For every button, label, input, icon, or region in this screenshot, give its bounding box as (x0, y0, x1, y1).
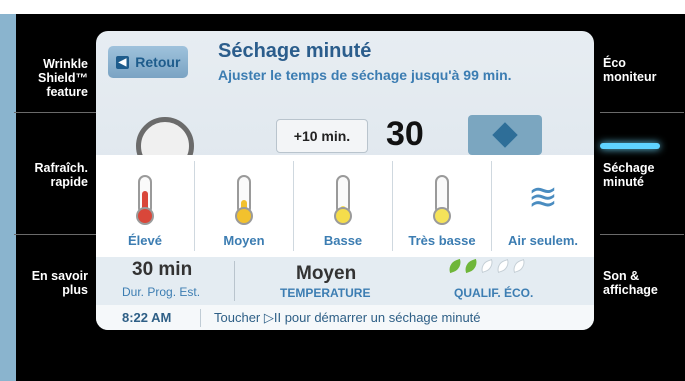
menu-item-label: rapide (50, 175, 88, 189)
menu-item-label: Rafraîch. (34, 161, 89, 175)
time-control-row: +10 min. 30 (96, 115, 594, 175)
cycle-summary: 30 min Dur. Prog. Est. Moyen TEMPERATURE… (96, 257, 594, 305)
menu-divider (600, 234, 684, 235)
temp-option-moyen[interactable]: Moyen (195, 161, 294, 251)
eco-leaf-icon (510, 258, 528, 274)
temp-option-label: Moyen (223, 233, 265, 248)
right-menu: Éco moniteur Séchage minuté Son & affich… (596, 14, 685, 381)
page-title: Séchage minuté (218, 40, 372, 62)
menu-item-label: moniteur (603, 70, 657, 84)
thermometer-bulb (235, 207, 253, 225)
diamond-icon (492, 122, 518, 148)
menu-item-rafraich-rapide[interactable]: Rafraîch. rapide (35, 161, 89, 189)
thermometer-icon (433, 175, 451, 225)
menu-item-label: Éco (603, 56, 626, 70)
menu-item-en-savoir-plus[interactable]: En savoir plus (32, 269, 88, 297)
menu-item-label: Wrinkle (43, 57, 88, 71)
menu-item-label: plus (62, 283, 88, 297)
temp-option-tres-basse[interactable]: Très basse (393, 161, 492, 251)
thermometer-bulb (334, 207, 352, 225)
menu-item-label: Son & (603, 269, 640, 283)
menu-item-sechage-minute[interactable]: Séchage minuté (603, 161, 654, 189)
status-hint: Toucher ▷II pour démarrer un séchage min… (214, 310, 481, 325)
back-button[interactable]: ◀ Retour (108, 46, 188, 78)
temp-option-basse[interactable]: Basse (294, 161, 393, 251)
temp-option-air-seulement[interactable]: ≋ Air seulem. (492, 161, 594, 251)
temperature-label: TEMPERATURE (280, 286, 371, 300)
eco-label: QUALIF. ÉCO. (454, 286, 534, 300)
timed-dry-panel: ◀ Retour Séchage minuté Ajuster le temps… (96, 31, 594, 330)
status-bar: 8:22 AM Toucher ▷II pour démarrer un séc… (96, 305, 594, 330)
menu-item-eco-moniteur[interactable]: Éco moniteur (603, 56, 656, 84)
eco-leaf-icon (446, 258, 464, 274)
thermometer-bulb (136, 207, 154, 225)
page-subtitle: Ajuster le temps de séchage jusqu'à 99 m… (218, 67, 512, 83)
clock: 8:22 AM (122, 310, 172, 325)
add-10-min-button[interactable]: +10 min. (276, 119, 368, 153)
eco-leaf-icon (494, 258, 512, 274)
time-value: 30 (386, 115, 424, 153)
temperature-selector: Élevé Moyen Basse Très basse ≋ Air seule… (96, 155, 594, 257)
temp-option-eleve[interactable]: Élevé (96, 161, 195, 251)
menu-item-label: minuté (603, 175, 644, 189)
back-arrow-icon: ◀ (115, 55, 130, 69)
temp-option-label: Élevé (128, 233, 162, 248)
thermometer-bulb (433, 207, 451, 225)
thermometer-icon (334, 175, 352, 225)
temp-option-label: Très basse (408, 233, 476, 248)
eco-leaf-icon (462, 258, 480, 274)
thermometer-icon (136, 175, 154, 225)
menu-divider (14, 112, 98, 113)
selected-indicator (600, 143, 660, 149)
status-divider (200, 309, 201, 327)
menu-item-label: Séchage (603, 161, 655, 175)
duration-value: 30 min (132, 259, 193, 280)
temp-option-label: Basse (323, 233, 363, 248)
thermometer-icon (235, 175, 253, 225)
back-button-label: Retour (135, 54, 181, 70)
summary-divider (234, 261, 235, 301)
menu-item-son-affichage[interactable]: Son & affichage (603, 269, 658, 297)
adjust-button[interactable] (468, 115, 542, 155)
menu-divider (14, 234, 98, 235)
left-menu: Wrinkle Shield™ feature Rafraîch. rapide… (4, 14, 98, 381)
menu-item-label: En savoir (31, 269, 88, 283)
duration-label: Dur. Prog. Est. (122, 285, 201, 299)
menu-item-label: Shield™ (37, 71, 88, 85)
top-strip (0, 0, 685, 14)
menu-item-label: feature (46, 85, 88, 99)
wind-icon: ≋ (527, 176, 559, 217)
temp-option-label: Air seulem. (507, 233, 579, 248)
temperature-value: Moyen (296, 263, 357, 284)
menu-item-wrinkle-shield[interactable]: Wrinkle Shield™ feature (38, 57, 88, 99)
eco-leaf-icon (478, 258, 496, 274)
menu-divider (600, 112, 684, 113)
eco-rating (446, 258, 528, 274)
menu-item-label: affichage (603, 283, 658, 297)
